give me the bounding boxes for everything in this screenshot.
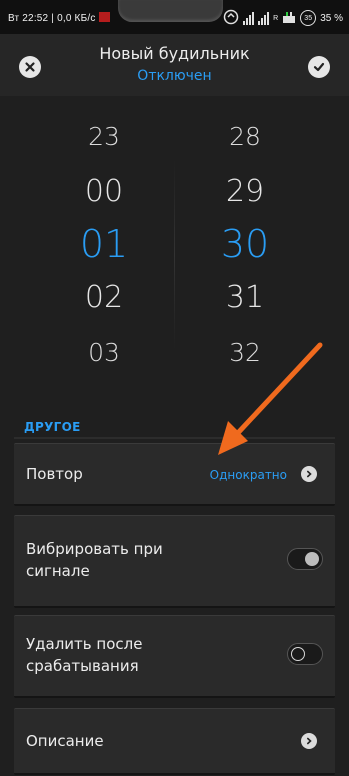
repeat-row[interactable]: Повтор Однократно xyxy=(14,443,335,506)
count-badge: 35 xyxy=(300,10,317,26)
hour-option[interactable]: 23 xyxy=(44,122,164,151)
minute-option[interactable]: 29 xyxy=(185,174,305,209)
status-right: R 35 35 % xyxy=(223,9,343,27)
data-saver-icon xyxy=(223,9,239,28)
description-label: Описание xyxy=(26,732,104,750)
roaming-indicator: R xyxy=(273,14,279,22)
alarm-status: Отключен xyxy=(137,68,212,84)
status-bar: Вт 22:52 | 0,0 КБ/с R 35 35 % xyxy=(0,0,349,34)
vibrate-label-line2: сигнале xyxy=(26,562,90,580)
hour-option[interactable]: 02 xyxy=(44,280,164,315)
battery-text: 35 % xyxy=(320,12,343,24)
time-picker: 23 00 01 02 03 28 29 30 31 32 xyxy=(0,110,349,380)
vibrate-label-line1: Вибрировать при xyxy=(26,540,163,558)
wifi-icon xyxy=(282,10,296,27)
minute-option[interactable]: 28 xyxy=(185,122,305,151)
status-left: Вт 22:52 | 0,0 КБ/с xyxy=(8,12,110,24)
status-time-speed: Вт 22:52 | 0,0 КБ/с xyxy=(8,13,96,24)
delete-after-label-line1: Удалить после xyxy=(26,635,143,653)
selected-hour[interactable]: 01 xyxy=(44,222,164,266)
repeat-value: Однократно xyxy=(209,468,287,482)
delete-after-row[interactable]: Удалить после срабатывания xyxy=(14,615,335,698)
delete-after-label-line2: срабатывания xyxy=(26,657,139,675)
vibrate-toggle[interactable] xyxy=(287,548,323,570)
chevron-right-icon[interactable] xyxy=(301,466,317,482)
hour-option[interactable]: 00 xyxy=(44,174,164,209)
section-title: ДРУГОЕ xyxy=(24,420,81,434)
picker-divider xyxy=(174,160,175,350)
section-divider xyxy=(14,437,335,439)
chevron-right-icon[interactable] xyxy=(301,733,317,749)
delete-after-toggle[interactable] xyxy=(287,643,323,665)
selected-minute[interactable]: 30 xyxy=(185,222,305,266)
description-row[interactable]: Описание xyxy=(14,708,335,775)
toggle-knob xyxy=(305,552,319,566)
signal-icon-2 xyxy=(258,11,270,25)
notification-icon xyxy=(98,12,110,22)
minute-option[interactable]: 31 xyxy=(185,280,305,315)
check-icon xyxy=(313,62,325,72)
toggle-knob xyxy=(291,647,305,661)
confirm-button[interactable] xyxy=(308,56,330,78)
vibrate-row[interactable]: Вибрировать при сигнале xyxy=(14,515,335,608)
hour-option[interactable]: 03 xyxy=(44,338,164,367)
delete-after-label: Удалить после срабатывания xyxy=(26,633,142,677)
repeat-label: Повтор xyxy=(26,465,83,483)
header: Новый будильник Отключен xyxy=(0,34,349,96)
vibrate-label: Вибрировать при сигнале xyxy=(26,538,163,582)
minute-option[interactable]: 32 xyxy=(185,338,305,367)
page-title: Новый будильник xyxy=(99,44,250,63)
signal-icon-1 xyxy=(243,11,255,25)
camera-notch xyxy=(118,0,223,22)
